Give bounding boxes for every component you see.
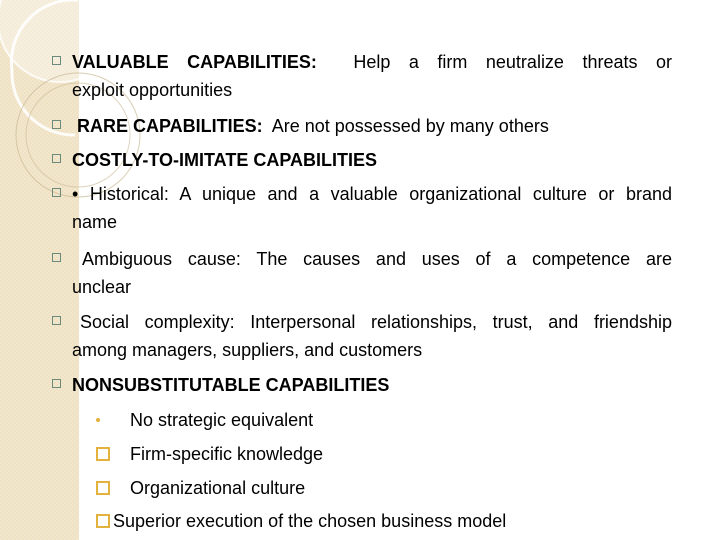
square-bullet-icon — [96, 481, 110, 495]
item-text: Help a firm neutralize threats or — [353, 52, 672, 72]
bullet-list: VALUABLE CAPABILITIES: Help a firm neutr… — [0, 0, 720, 540]
item-text-continued: unclear — [72, 277, 132, 297]
item-text-continued: name — [72, 212, 118, 232]
item-heading: RARE CAPABILITIES: — [77, 116, 263, 136]
item-heading: COSTLY-TO-IMITATE CAPABILITIES — [72, 150, 378, 170]
item-text: Social complexity: Interpersonal relatio… — [80, 312, 672, 332]
dot-bullet-icon — [96, 418, 100, 422]
square-bullet-icon — [52, 154, 61, 163]
square-bullet-icon — [52, 316, 61, 325]
square-bullet-icon — [52, 56, 61, 65]
square-bullet-icon — [52, 379, 61, 388]
sub-item-text: Superior execution of the chosen busines… — [113, 511, 507, 531]
item-text: • Historical: A unique and a valuable or… — [72, 184, 672, 204]
square-bullet-icon — [52, 253, 61, 262]
square-bullet-icon — [52, 120, 61, 129]
item-heading: NONSUBSTITUTABLE CAPABILITIES — [72, 375, 390, 395]
square-bullet-icon — [96, 447, 110, 461]
item-text: Are not possessed by many others — [271, 116, 549, 136]
sub-item-text: Organizational culture — [130, 478, 306, 498]
sub-item-text: No strategic equivalent — [130, 410, 314, 430]
item-text-continued: exploit opportunities — [72, 80, 233, 100]
item-text: Ambiguous cause: The causes and uses of … — [82, 249, 672, 269]
square-bullet-icon — [52, 188, 61, 197]
item-text-continued: among managers, suppliers, and customers — [72, 340, 423, 360]
square-bullet-icon — [96, 514, 110, 528]
slide: VALUABLE CAPABILITIES: Help a firm neutr… — [0, 0, 720, 540]
sub-item-text: Firm-specific knowledge — [130, 444, 324, 464]
item-heading: VALUABLE CAPABILITIES: — [72, 52, 317, 72]
